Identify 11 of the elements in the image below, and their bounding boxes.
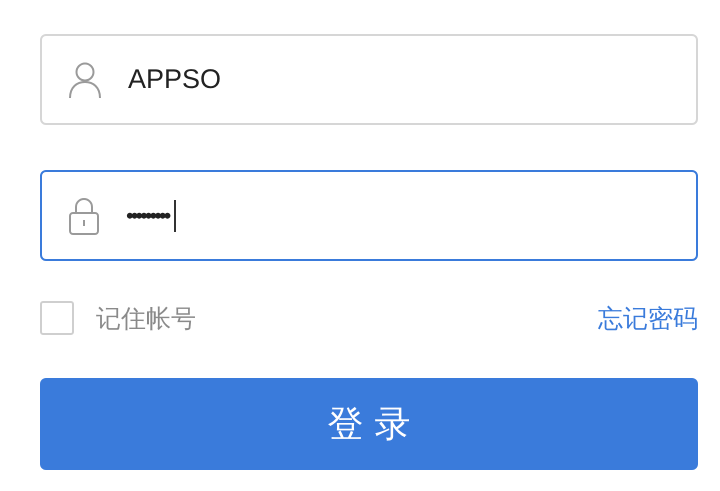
login-button[interactable]: 登 录 (40, 378, 698, 470)
forgot-password-link[interactable]: 忘记密码 (598, 302, 698, 334)
input-field[interactable]: ••••••••• (40, 170, 698, 261)
text-cursor (174, 200, 176, 232)
field-value: ••••••••• (126, 202, 168, 228)
input-field[interactable]: APPSO (40, 34, 698, 125)
remember-label: 记住帐号 (96, 302, 196, 334)
field-value: APPSO (128, 64, 222, 95)
person-icon (68, 60, 102, 98)
lock-icon (68, 196, 100, 236)
remember-checkbox[interactable] (40, 301, 74, 335)
